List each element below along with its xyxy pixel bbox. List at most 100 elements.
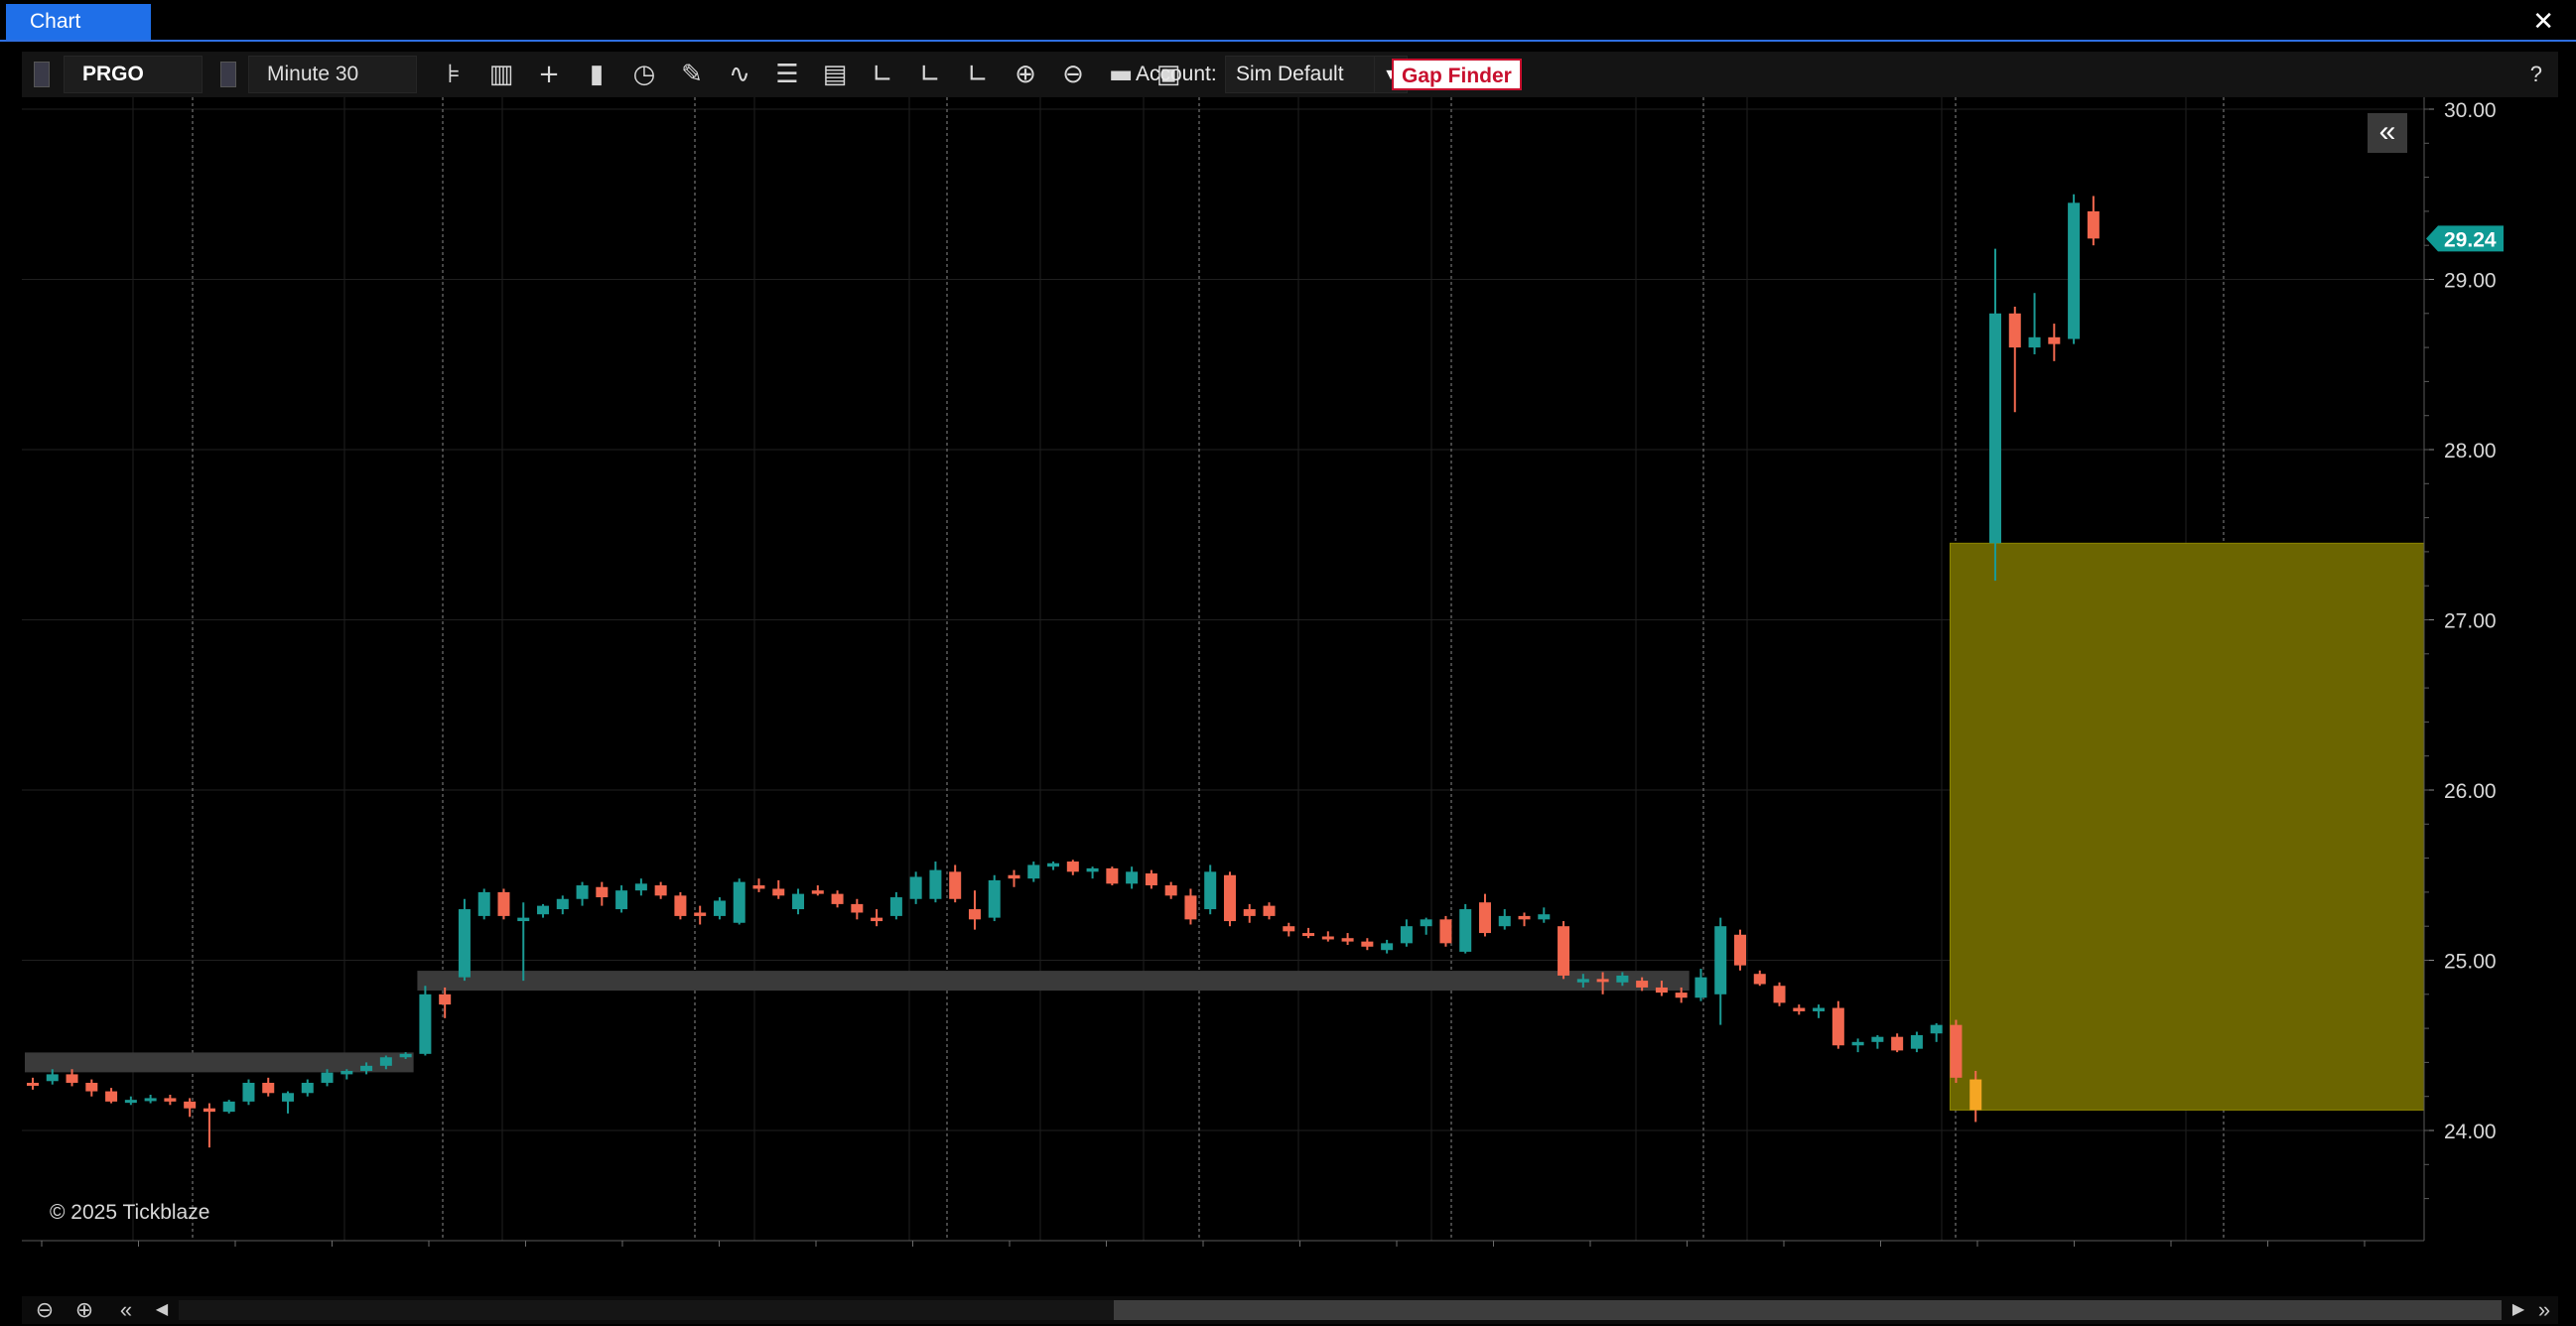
candle-body[interactable]: [419, 994, 432, 1054]
chart-style-icon[interactable]: ▥: [484, 58, 518, 91]
candle-body[interactable]: [909, 876, 922, 899]
timeframe-color-swatch[interactable]: [220, 62, 236, 87]
scroll-end-icon[interactable]: »: [2529, 1296, 2559, 1324]
candle-body[interactable]: [439, 994, 452, 1005]
gap-zone-band[interactable]: [417, 971, 1690, 992]
candle-body[interactable]: [1871, 1036, 1884, 1042]
candle-body[interactable]: [203, 1108, 215, 1113]
candle-body[interactable]: [929, 869, 942, 899]
candle-body[interactable]: [1086, 867, 1099, 872]
candle-body[interactable]: [301, 1082, 314, 1094]
scrollbar-thumb[interactable]: [1114, 1300, 2502, 1320]
candle-body[interactable]: [222, 1101, 235, 1113]
candle-body[interactable]: [1283, 926, 1295, 932]
price-chart[interactable]: 30.00 29.00 28.00 27.00 26.00 25.00 24.00 29.24…: [22, 97, 2558, 1247]
candle-body[interactable]: [1263, 905, 1276, 916]
candle-body[interactable]: [537, 905, 550, 915]
candle-body[interactable]: [399, 1053, 412, 1058]
candle-body[interactable]: [1831, 1007, 1844, 1046]
candle-body[interactable]: [674, 895, 687, 916]
candle-body[interactable]: [1989, 313, 2001, 544]
tab-chart[interactable]: Chart: [6, 4, 151, 40]
candle-body[interactable]: [1538, 914, 1551, 920]
candle-body[interactable]: [2028, 336, 2041, 348]
candle-body[interactable]: [1400, 926, 1413, 944]
candle-body[interactable]: [1321, 936, 1334, 940]
candle-body[interactable]: [1204, 871, 1217, 910]
timeframe-field[interactable]: Minute 30: [248, 56, 417, 93]
candle-body[interactable]: [1793, 1007, 1806, 1011]
candle-body[interactable]: [1106, 867, 1119, 884]
candle-body[interactable]: [2087, 210, 2100, 239]
indicator-icon[interactable]: ∿: [723, 58, 756, 91]
collapse-panel-icon[interactable]: «: [2368, 113, 2407, 153]
candle-body[interactable]: [654, 885, 667, 896]
account-select[interactable]: Sim Default: [1225, 56, 1376, 93]
candles-icon[interactable]: ▮: [580, 58, 613, 91]
candle-body[interactable]: [144, 1098, 157, 1102]
zoom-in-icon[interactable]: ⊕: [1009, 58, 1042, 91]
scroll-right-icon[interactable]: ▶: [2506, 1296, 2531, 1324]
candle-body[interactable]: [27, 1082, 39, 1086]
candle-body[interactable]: [1596, 979, 1609, 983]
zoom-out-icon[interactable]: ⊖: [30, 1296, 60, 1324]
candle-body[interactable]: [262, 1082, 275, 1094]
candle-body[interactable]: [1969, 1079, 1982, 1111]
candle-body[interactable]: [1439, 919, 1452, 944]
candle-body[interactable]: [1714, 926, 1727, 994]
candle-body[interactable]: [694, 912, 707, 916]
candle-body[interactable]: [85, 1082, 98, 1092]
candle-body[interactable]: [2048, 336, 2061, 344]
candle-body[interactable]: [1243, 909, 1256, 916]
candle-body[interactable]: [615, 890, 628, 910]
document-icon[interactable]: ▤: [818, 58, 852, 91]
candle-body[interactable]: [1184, 895, 1197, 920]
zoom-out-icon[interactable]: ⊖: [1056, 58, 1090, 91]
candle-body[interactable]: [379, 1057, 392, 1066]
candle-body[interactable]: [1164, 885, 1177, 896]
candle-body[interactable]: [1851, 1041, 1864, 1046]
candle-body[interactable]: [360, 1065, 373, 1071]
candle-body[interactable]: [634, 883, 647, 891]
candle-body[interactable]: [1891, 1036, 1904, 1051]
candle-body[interactable]: [889, 897, 902, 916]
candle-body[interactable]: [1008, 874, 1020, 879]
candle-body[interactable]: [1498, 915, 1511, 927]
candle-body[interactable]: [772, 888, 785, 896]
candle-body[interactable]: [321, 1072, 334, 1083]
axis-alt-icon[interactable]: ∟: [913, 58, 947, 91]
candle-body[interactable]: [164, 1098, 177, 1102]
chart-area[interactable]: 30.00 29.00 28.00 27.00 26.00 25.00 24.00 29.24…: [22, 97, 2558, 1247]
candle-body[interactable]: [968, 909, 981, 920]
axis-icon[interactable]: ∟: [866, 58, 899, 91]
gap-finder-button[interactable]: Gap Finder: [1392, 59, 1522, 90]
candle-body[interactable]: [1930, 1024, 1943, 1034]
candle-body[interactable]: [1027, 864, 1040, 879]
candle-body[interactable]: [752, 885, 765, 889]
candle-body[interactable]: [1126, 871, 1139, 884]
scroll-left-icon[interactable]: ◀: [149, 1296, 175, 1324]
candle-body[interactable]: [477, 891, 490, 916]
candle-body[interactable]: [1675, 993, 1688, 998]
candle-body[interactable]: [713, 900, 726, 916]
folder-icon[interactable]: ▬: [1104, 58, 1138, 91]
candle-body[interactable]: [1636, 981, 1649, 988]
candle-body[interactable]: [184, 1101, 197, 1109]
candle-body[interactable]: [517, 917, 530, 922]
bar-type-icon[interactable]: ⊧: [437, 58, 471, 91]
help-icon[interactable]: ?: [2530, 58, 2542, 91]
candle-body[interactable]: [1733, 934, 1746, 966]
candle-body[interactable]: [66, 1074, 78, 1083]
candle-body[interactable]: [1223, 874, 1236, 922]
gap-zone-band[interactable]: [25, 1052, 414, 1073]
candle-body[interactable]: [497, 891, 510, 916]
candle-body[interactable]: [1047, 862, 1060, 867]
candle-body[interactable]: [340, 1070, 353, 1075]
candle-body[interactable]: [1910, 1034, 1923, 1049]
close-icon[interactable]: ✕: [2532, 6, 2554, 36]
candle-body[interactable]: [105, 1091, 118, 1102]
candle-body[interactable]: [1950, 1024, 1963, 1078]
candle-body[interactable]: [576, 885, 589, 899]
clock-icon[interactable]: ◷: [627, 58, 661, 91]
pencil-icon[interactable]: ✎: [675, 58, 709, 91]
